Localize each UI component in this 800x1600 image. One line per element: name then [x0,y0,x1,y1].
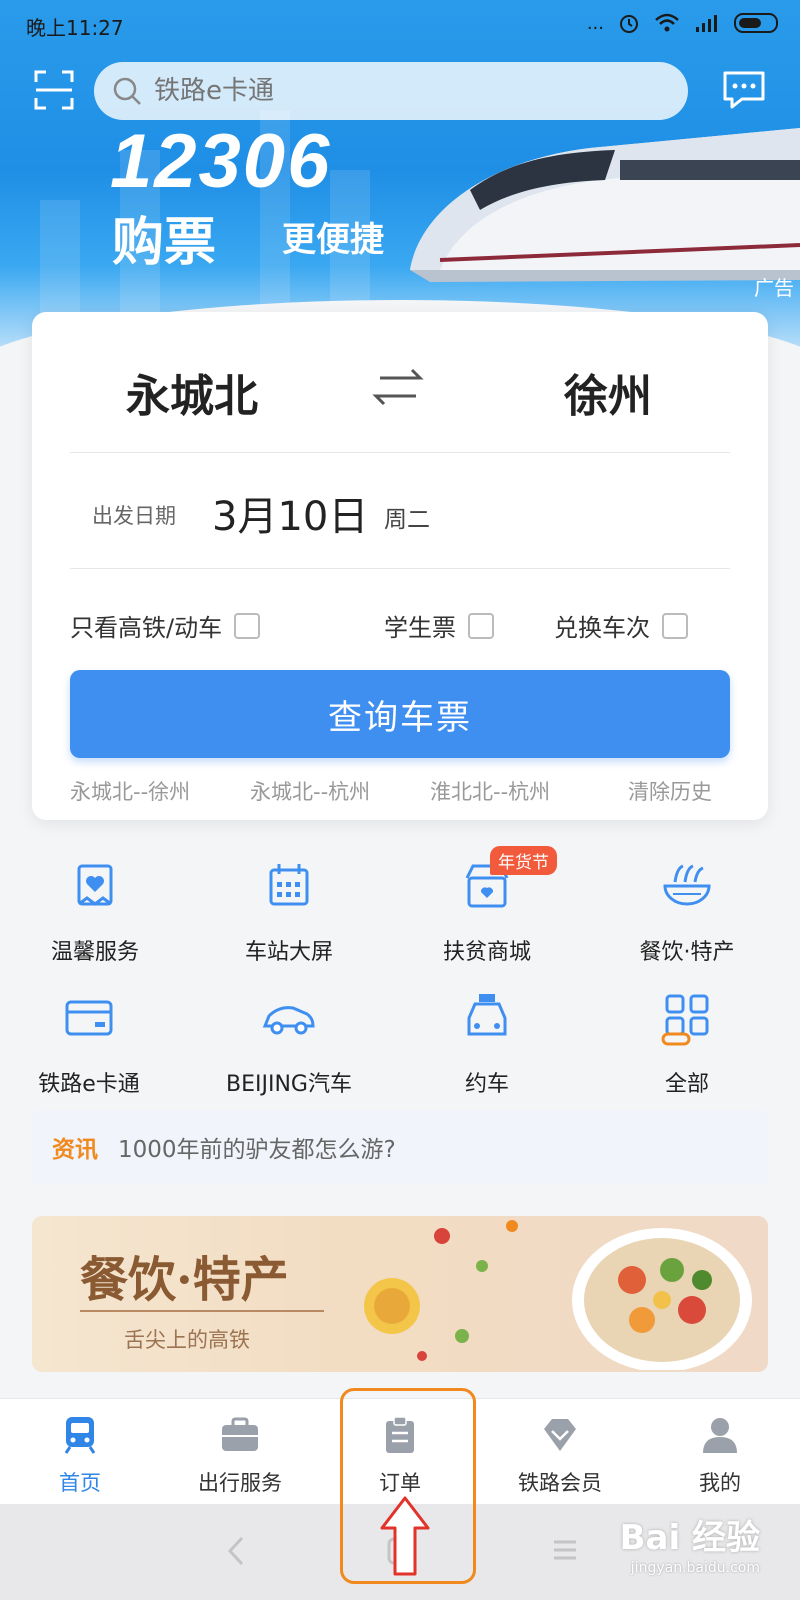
service-care[interactable]: 温馨服务 [0,858,190,966]
checkbox[interactable] [234,612,261,639]
tab-home[interactable]: 首页 [0,1415,160,1497]
news-bar[interactable]: 资讯 1000年前的驴友都怎么游? [32,1110,768,1184]
checkbox[interactable] [662,612,688,639]
service-label: BEIJING汽车 [226,1072,352,1097]
divider [70,568,730,569]
promo-banner[interactable]: 餐饮·特产 舌尖上的高铁 [32,1216,768,1372]
tab-label: 我的 [699,1471,741,1495]
vegetables-image [364,1220,518,1361]
search-bar[interactable] [94,62,688,120]
status-bar: 晚上11:27 ... [0,0,800,48]
news-text[interactable]: 1000年前的驴友都怎么游? [118,1130,396,1164]
service-all[interactable]: 全部 [592,990,782,1098]
option-label: 只看高铁/动车 [70,614,223,642]
tab-label: 铁路会员 [518,1471,602,1495]
service-food[interactable]: 餐饮·特产 [592,858,782,966]
tab-membership[interactable]: 铁路会员 [480,1415,640,1497]
back-icon[interactable] [226,1536,246,1566]
tab-travel-service[interactable]: 出行服务 [160,1415,320,1497]
option-high-speed[interactable]: 只看高铁/动车 [70,608,261,643]
service-label: 约车 [464,1072,509,1097]
service-label: 全部 [664,1072,709,1097]
history-item[interactable]: 永城北--徐州 [70,776,190,806]
cellular-signal-icon [696,15,717,32]
train-image [410,128,800,282]
search-input[interactable] [152,75,636,107]
date-value[interactable]: 3月10日 [212,484,368,542]
wifi-icon [655,13,679,32]
watermark-brand: Bai 经验 [619,1518,760,1558]
car-icon [262,1006,315,1035]
train-icon [64,1417,96,1454]
date-label: 出发日期 [92,504,176,528]
alarm-icon [620,15,638,33]
service-ride[interactable]: 约车 [392,990,582,1098]
option-label: 兑换车次 [554,614,650,642]
festival-badge: 年货节 [490,846,557,875]
service-label: 餐饮·特产 [639,940,735,965]
option-student[interactable]: 学生票 [384,608,494,643]
service-label: 车站大屏 [244,940,333,965]
news-tag: 资讯 [52,1137,98,1163]
care-service-icon [77,864,113,906]
tab-label: 首页 [59,1471,101,1495]
clear-history-button[interactable]: 清除历史 [628,776,712,806]
grid-icon [661,994,709,1046]
taxi-icon [467,994,507,1036]
diamond-icon [544,1419,576,1451]
service-station-screen[interactable]: 车站大屏 [194,858,384,966]
service-label: 铁路e卡通 [38,1072,140,1097]
weekday: 周二 [384,507,430,533]
menu-icon[interactable] [552,1538,578,1562]
option-exchange[interactable]: 兑换车次 [554,608,688,643]
signal-dots-icon: ... [586,12,604,34]
message-icon[interactable] [722,70,766,110]
scan-icon[interactable] [34,70,74,110]
query-tickets-button[interactable]: 查询车票 [70,670,730,758]
person-icon [703,1418,737,1453]
ticket-search-card: 永城北 徐州 出发日期 3月10日 周二 只看高铁/动车 学生票 兑换车次 查询… [32,312,768,820]
checkbox[interactable] [468,612,494,639]
skyline-decoration [40,200,80,320]
tab-profile[interactable]: 我的 [640,1415,800,1497]
from-station[interactable]: 永城北 [126,360,258,424]
station-screen-icon [269,864,309,906]
ad-label: 广告 [754,276,794,300]
history-item[interactable]: 永城北--杭州 [250,776,370,806]
card-icon [65,1000,113,1036]
promo-title: 餐饮·特产 [80,1252,289,1308]
watermark-url: jingyan.baidu.com [630,1560,760,1576]
search-icon [113,77,141,105]
battery-icon [734,13,778,33]
banner-number: 12306 [110,119,332,204]
service-ecard[interactable]: 铁路e卡通 [0,990,184,1098]
up-arrow-annotation [380,1496,430,1576]
briefcase-icon [222,1417,258,1451]
history-item[interactable]: 淮北北--杭州 [430,776,550,806]
promo-divider [80,1310,324,1312]
banner-slogan-main: 购票 [112,212,217,273]
service-shop[interactable]: 扶贫商城 [392,858,582,966]
tab-label: 出行服务 [198,1471,282,1495]
option-label: 学生票 [384,614,456,642]
service-label: 温馨服务 [50,940,139,965]
service-label: 扶贫商城 [442,940,531,965]
to-station[interactable]: 徐州 [564,360,652,424]
swap-stations-icon[interactable] [368,364,428,410]
banner-slogan-sub: 更便捷 [282,220,384,260]
status-time: 晚上11:27 [26,16,124,40]
food-bowl-icon [663,864,711,906]
food-bowl-image [572,1228,752,1370]
promo-subtitle: 舌尖上的高铁 [124,1328,250,1352]
service-beijing-car[interactable]: BEIJING汽车 [194,990,384,1098]
divider [70,452,730,453]
